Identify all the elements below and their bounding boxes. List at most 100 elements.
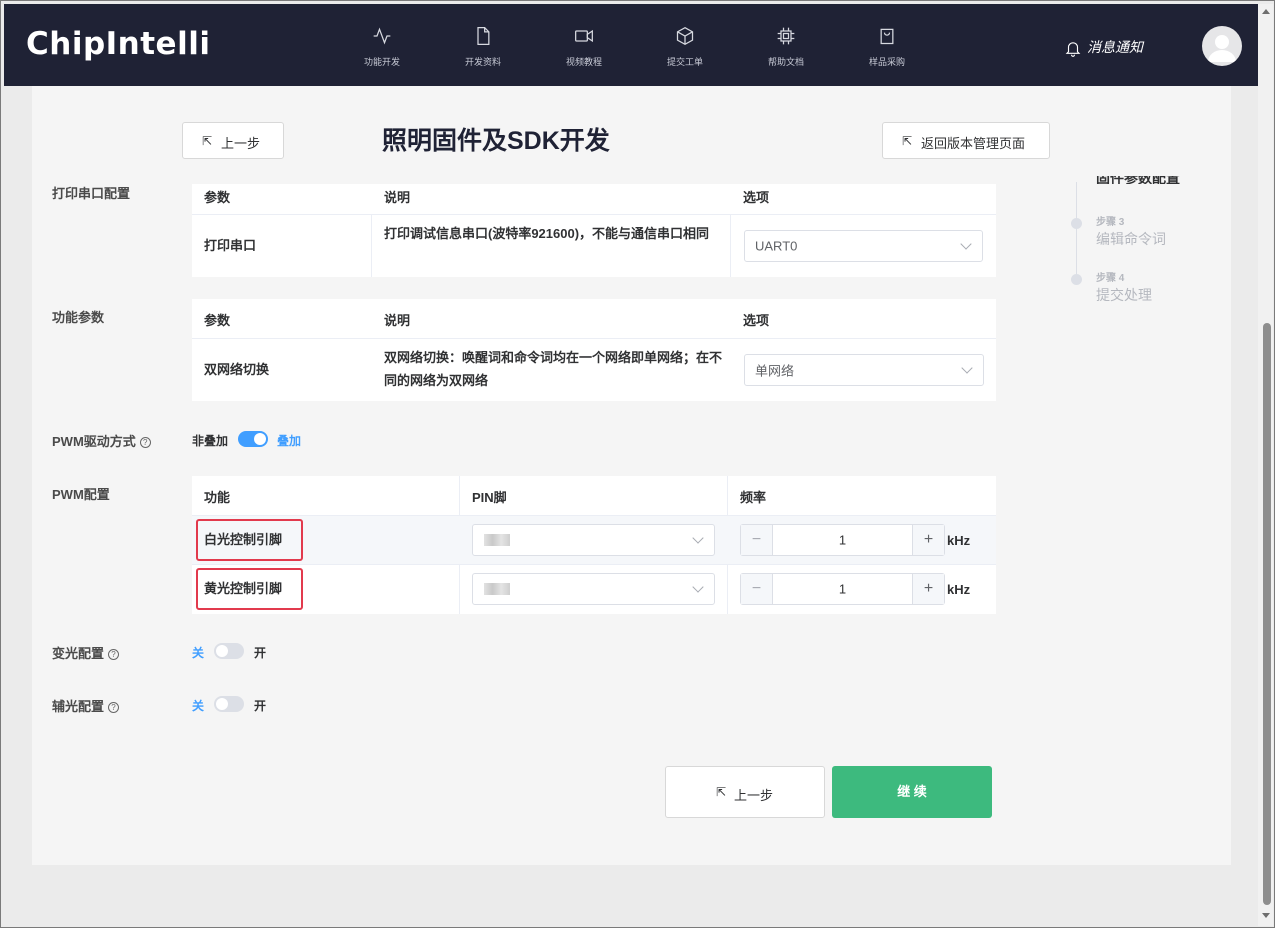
frequency-unit: kHz [947, 582, 971, 597]
nav-label: 样品采购 [868, 57, 905, 67]
header-pin: PIN脚 [472, 490, 507, 505]
chevron-down-icon [961, 362, 973, 374]
white-light-frequency-stepper[interactable]: − 1 + [740, 524, 945, 556]
continue-button[interactable]: 继 续 [832, 766, 992, 818]
toggle-knob [254, 433, 266, 445]
step-title: 编辑命令词 [1096, 231, 1166, 247]
nav-item-submit-ticket[interactable]: 提交工单 [640, 4, 730, 86]
highlight-box [196, 568, 303, 610]
chevron-down-icon [692, 532, 704, 544]
video-icon [575, 29, 593, 43]
scrollbar-thumb[interactable] [1263, 323, 1271, 905]
brand-logo[interactable]: ChipIntelli [26, 26, 210, 62]
help-icon[interactable]: ? [108, 649, 120, 660]
activity-icon [373, 27, 391, 45]
back-button-label: 上一步 [221, 136, 261, 151]
highlight-box [196, 519, 303, 561]
decrement-button[interactable]: − [741, 525, 773, 555]
col-divider [371, 214, 372, 277]
yellow-light-pin-select[interactable] [472, 573, 715, 605]
serial-desc-cell: 打印调试信息串口(波特率921600)，不能与通信串口相同 [384, 226, 710, 241]
header-option: 选项 [743, 190, 770, 205]
pwm-mode-toggle[interactable] [238, 431, 268, 447]
user-avatar[interactable] [1202, 26, 1242, 66]
increment-button[interactable]: + [912, 525, 944, 555]
network-mode-value: 单网络 [755, 363, 795, 379]
row-divider [192, 214, 996, 215]
dimming-config-text: 变光配置 [52, 646, 105, 661]
help-icon[interactable]: ? [139, 437, 151, 448]
col-divider [730, 214, 731, 277]
nav-item-function-dev[interactable]: 功能开发 [337, 4, 427, 86]
page-title: 照明固件及SDK开发 [382, 127, 610, 155]
bell-icon [1065, 42, 1081, 57]
step-2-clipped: 固件参数配置 [1069, 176, 1209, 184]
dimming-toggle[interactable] [214, 643, 244, 659]
chip-icon [777, 27, 795, 45]
header-option: 选项 [743, 313, 770, 328]
return-version-label: 返回版本管理页面 [921, 136, 1026, 151]
frequency-unit: kHz [947, 533, 971, 548]
pwm-non-overlay-label: 非叠加 [192, 434, 229, 448]
help-icon[interactable]: ? [108, 702, 120, 713]
header-desc: 说明 [384, 313, 411, 328]
chevron-down-icon [692, 581, 704, 593]
white-light-pin-select[interactable] [472, 524, 715, 556]
header-function: 功能 [204, 490, 231, 505]
toggle-knob [216, 698, 228, 710]
back-button-top[interactable]: ⇱ 上一步 [182, 122, 284, 159]
scroll-down-arrow-icon[interactable] [1262, 913, 1270, 918]
serial-param-cell: 打印串口 [204, 238, 257, 253]
header-frequency: 频率 [740, 490, 767, 505]
aux-light-config-label: 辅光配置? [52, 696, 120, 715]
increment-button[interactable]: + [912, 574, 944, 604]
user-icon [1208, 35, 1236, 62]
pwm-overlay-label: 叠加 [277, 434, 302, 448]
function-params-label: 功能参数 [52, 310, 105, 325]
network-mode-select[interactable]: 单网络 [744, 354, 984, 386]
top-navigation-bar: ChipIntelli 功能开发 开发资料 视频教程 提交工单 帮助文档 样品采… [4, 4, 1258, 86]
nav-item-video-tutorials[interactable]: 视频教程 [539, 4, 629, 86]
box-icon [676, 26, 694, 46]
return-version-button[interactable]: ⇱ 返回版本管理页面 [882, 122, 1050, 159]
frequency-value[interactable]: 1 [773, 582, 912, 597]
pwm-config-label: PWM配置 [52, 487, 110, 502]
nav-item-dev-docs[interactable]: 开发资料 [438, 4, 528, 86]
back-button-label: 上一步 [734, 788, 774, 803]
scroll-up-arrow-icon[interactable] [1262, 9, 1270, 14]
arrow-up-left-icon: ⇱ [902, 133, 913, 148]
decrement-button[interactable]: − [741, 574, 773, 604]
dimming-on-label: 开 [254, 646, 267, 660]
yellow-light-frequency-stepper[interactable]: − 1 + [740, 573, 945, 605]
pwm-drive-mode-label: PWM驱动方式? [52, 431, 151, 450]
chevron-down-icon [960, 238, 972, 250]
dual-network-param-cell: 双网络切换 [204, 362, 270, 377]
nav-label: 视频教程 [565, 57, 602, 67]
notification-label: 消息通知 [1087, 39, 1143, 55]
file-icon [477, 27, 490, 45]
serial-config-label: 打印串口配置 [52, 186, 131, 201]
aux-light-toggle[interactable] [214, 696, 244, 712]
back-button-bottom[interactable]: ⇱ 上一步 [665, 766, 825, 818]
pwm-drive-mode-text: PWM驱动方式 [52, 434, 136, 449]
row-divider [192, 564, 996, 565]
step-title: 提交处理 [1096, 287, 1152, 303]
dimming-config-label: 变光配置? [52, 643, 120, 662]
nav-label: 功能开发 [363, 57, 400, 67]
nav-item-help-docs[interactable]: 帮助文档 [741, 4, 831, 86]
arrow-up-left-icon: ⇱ [202, 133, 213, 148]
step-connector [1076, 229, 1077, 274]
nav-label: 提交工单 [666, 57, 703, 67]
step-number: 步骤 3 [1096, 217, 1125, 228]
dimming-off-label: 关 [192, 646, 205, 660]
nav-label: 帮助文档 [767, 57, 804, 67]
serial-port-value: UART0 [755, 238, 798, 254]
header-desc: 说明 [384, 190, 411, 205]
serial-port-select[interactable]: UART0 [744, 230, 983, 262]
dual-network-desc-cell: 双网络切换：唤醒词和命令词均在一个网络即单网络；在不同的网络为双网络 [384, 350, 723, 388]
step-number: 步骤 4 [1096, 273, 1125, 284]
step-dot [1071, 218, 1082, 229]
frequency-value[interactable]: 1 [773, 533, 912, 548]
nav-item-sample-purchase[interactable]: 样品采购 [842, 4, 932, 86]
aux-light-config-text: 辅光配置 [52, 699, 105, 714]
